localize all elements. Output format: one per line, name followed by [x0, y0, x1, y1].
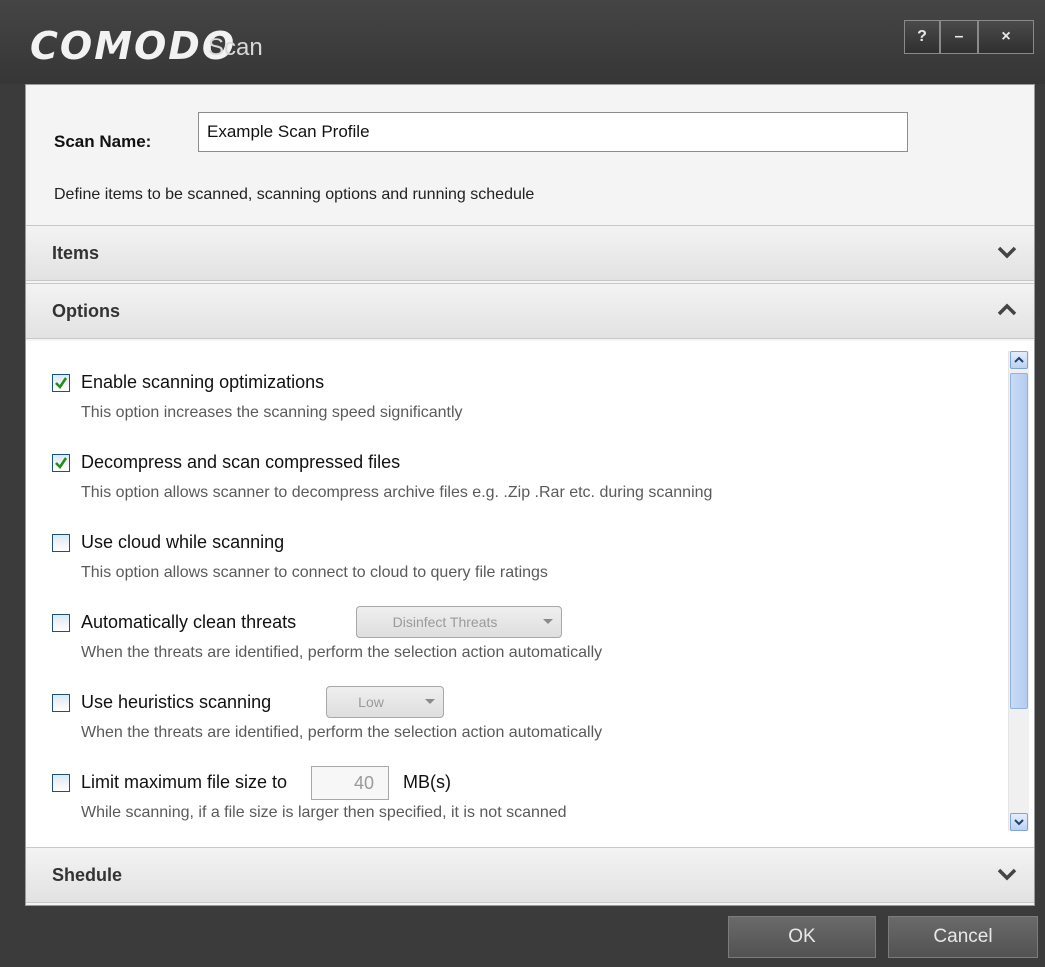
cancel-button[interactable]: Cancel [888, 916, 1038, 958]
chevron-down-icon [997, 246, 1017, 259]
comodo-logo: COMODO [30, 24, 237, 68]
option-label: Automatically clean threats [81, 612, 297, 632]
option-description: This option allows scanner to decompress… [81, 484, 713, 501]
dropdown-arrow-icon [543, 619, 553, 624]
ok-button[interactable]: OK [728, 916, 876, 958]
items-section-header[interactable]: Items [26, 225, 1034, 281]
chevron-down-icon [997, 868, 1017, 881]
option-description: This option increases the scanning speed… [81, 404, 463, 421]
auto-clean-checkbox[interactable] [52, 614, 70, 632]
scan-name-input[interactable] [198, 112, 908, 152]
close-button[interactable]: × [978, 20, 1034, 54]
option-label: Use cloud while scanning [81, 532, 285, 552]
select-value: Disinfect Threats [392, 614, 498, 630]
window-title: Scan [208, 34, 263, 61]
options-scrollbar[interactable] [1008, 351, 1029, 831]
scroll-thumb[interactable] [1010, 373, 1028, 709]
scan-window: COMODO Scan ? – × Scan Name: Define item… [0, 0, 1045, 967]
schedule-section-header[interactable]: Shedule [26, 847, 1034, 903]
option-description: This option allows scanner to connect to… [81, 564, 548, 581]
help-button[interactable]: ? [904, 20, 940, 54]
title-bar[interactable]: COMODO Scan ? – × [0, 0, 1045, 84]
schedule-section-title: Shedule [52, 865, 123, 885]
option-description: When the threats are identified, perform… [81, 644, 603, 661]
clean-action-select[interactable]: Disinfect Threats [356, 606, 562, 638]
option-label: Use heuristics scanning [81, 692, 272, 712]
max-file-size-input[interactable]: 40 [311, 766, 389, 800]
option-description: While scanning, if a file size is larger… [81, 804, 567, 821]
panel-description: Define items to be scanned, scanning opt… [54, 186, 535, 203]
dropdown-arrow-icon [425, 699, 435, 704]
option-label: Enable scanning optimizations [81, 372, 325, 392]
scroll-up-button[interactable] [1010, 351, 1028, 369]
scan-name-label: Scan Name: [54, 132, 152, 151]
options-list: Enable scanning optimizations This optio… [26, 341, 1034, 847]
scroll-down-button[interactable] [1010, 813, 1028, 831]
options-section-title: Options [52, 301, 120, 321]
file-size-unit: MB(s) [403, 772, 451, 792]
select-value: Low [358, 694, 384, 710]
max-file-size-checkbox[interactable] [52, 774, 70, 792]
minimize-button[interactable]: – [940, 20, 978, 54]
use-cloud-checkbox[interactable] [52, 534, 70, 552]
options-section-header[interactable]: Options [26, 283, 1034, 339]
checkmark-icon [55, 457, 68, 470]
chevron-up-icon [997, 303, 1017, 316]
heuristics-checkbox[interactable] [52, 694, 70, 712]
heuristics-level-select[interactable]: Low [326, 686, 444, 718]
items-section-title: Items [52, 243, 100, 263]
scroll-down-arrow-icon [1014, 819, 1024, 826]
option-description: When the threats are identified, perform… [81, 724, 603, 741]
option-label: Limit maximum file size to [81, 772, 288, 792]
scan-profile-panel: Scan Name: Define items to be scanned, s… [25, 84, 1035, 906]
option-label: Decompress and scan compressed files [81, 452, 401, 472]
scroll-up-arrow-icon [1014, 356, 1024, 363]
checkmark-icon [55, 377, 68, 390]
decompress-files-checkbox[interactable] [52, 454, 70, 472]
scan-optimizations-checkbox[interactable] [52, 374, 70, 392]
